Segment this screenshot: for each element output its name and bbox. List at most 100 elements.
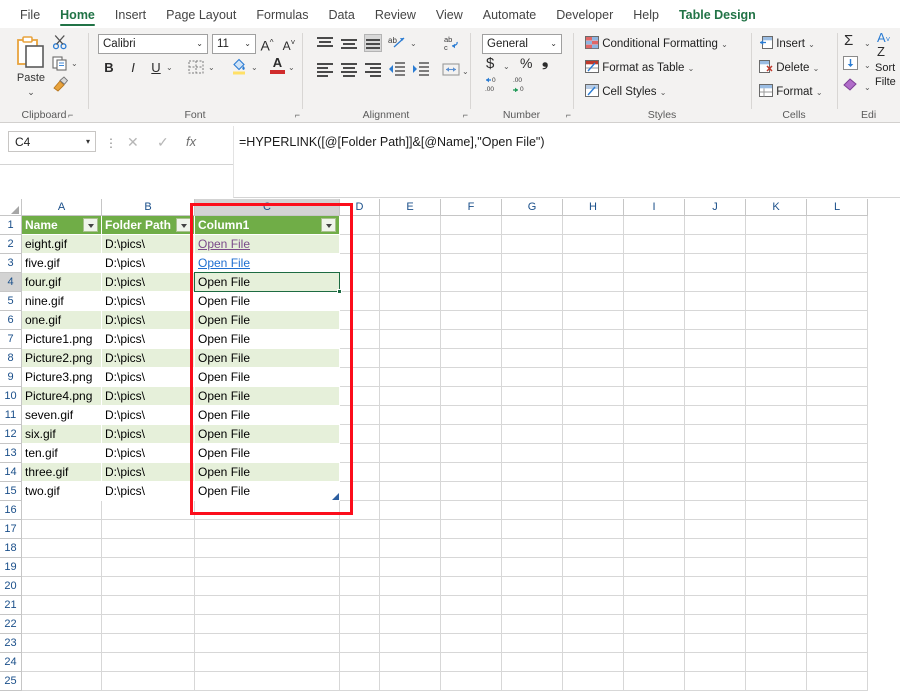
tab-page-layout[interactable]: Page Layout: [156, 8, 246, 28]
autosum-icon[interactable]: Σ: [844, 32, 853, 49]
column-header-a[interactable]: A: [22, 199, 102, 216]
bold-button[interactable]: B: [100, 58, 118, 78]
cell-J7[interactable]: [685, 330, 746, 349]
cell-F13[interactable]: [441, 444, 502, 463]
cell-I13[interactable]: [624, 444, 685, 463]
cell-C16[interactable]: [195, 501, 340, 520]
cell-F8[interactable]: [441, 349, 502, 368]
merge-center-chevron-icon[interactable]: ⌄: [462, 67, 469, 76]
insert-function-button[interactable]: fx: [186, 134, 196, 149]
table-cell-A6[interactable]: one.gif: [22, 311, 102, 330]
cell-F7[interactable]: [441, 330, 502, 349]
open-file-text[interactable]: Open File: [198, 275, 250, 289]
cell-F4[interactable]: [441, 273, 502, 292]
cell-E2[interactable]: [380, 235, 441, 254]
table-cell-B8[interactable]: D:\pics\: [102, 349, 195, 368]
cell-L20[interactable]: [807, 577, 868, 596]
cell-G10[interactable]: [502, 387, 563, 406]
cell-J2[interactable]: [685, 235, 746, 254]
chevron-down-icon[interactable]: ⌄: [808, 40, 815, 49]
cell-J1[interactable]: [685, 216, 746, 235]
cell-I18[interactable]: [624, 539, 685, 558]
cell-F20[interactable]: [441, 577, 502, 596]
cell-H13[interactable]: [563, 444, 624, 463]
cell-E16[interactable]: [380, 501, 441, 520]
formula-bar-options-icon[interactable]: ⋮: [105, 136, 117, 150]
row-header-5[interactable]: 5: [0, 292, 22, 311]
cell-F3[interactable]: [441, 254, 502, 273]
cell-C23[interactable]: [195, 634, 340, 653]
table-cell-B2[interactable]: D:\pics\: [102, 235, 195, 254]
format-as-table-button[interactable]: Format as Table ⌄: [585, 60, 694, 76]
cell-L3[interactable]: [807, 254, 868, 273]
copy-chevron-icon[interactable]: ⌄: [71, 59, 78, 68]
paste-button[interactable]: Paste ⌄: [8, 33, 54, 99]
cell-I19[interactable]: [624, 558, 685, 577]
filter-dropdown-icon[interactable]: [321, 218, 336, 232]
cell-K11[interactable]: [746, 406, 807, 425]
cell-D11[interactable]: [340, 406, 380, 425]
font-size-select[interactable]: 11 ⌄: [212, 34, 256, 54]
cell-I9[interactable]: [624, 368, 685, 387]
cell-A16[interactable]: [22, 501, 102, 520]
cell-G7[interactable]: [502, 330, 563, 349]
table-cell-A2[interactable]: eight.gif: [22, 235, 102, 254]
format-cells-button[interactable]: Format ⌄: [759, 84, 823, 100]
cell-H4[interactable]: [563, 273, 624, 292]
cell-F1[interactable]: [441, 216, 502, 235]
table-cell-C11[interactable]: Open File: [195, 406, 340, 425]
cell-C25[interactable]: [195, 672, 340, 691]
column-header-e[interactable]: E: [380, 199, 441, 216]
cell-K16[interactable]: [746, 501, 807, 520]
open-file-text[interactable]: Open File: [198, 408, 250, 422]
table-cell-C7[interactable]: Open File: [195, 330, 340, 349]
formula-input[interactable]: =HYPERLINK([@[Folder Path]]&[@Name],"Ope…: [233, 126, 900, 198]
table-cell-B5[interactable]: D:\pics\: [102, 292, 195, 311]
table-cell-B15[interactable]: D:\pics\: [102, 482, 195, 501]
cell-G22[interactable]: [502, 615, 563, 634]
cell-G4[interactable]: [502, 273, 563, 292]
open-file-text[interactable]: Open File: [198, 446, 250, 460]
table-resize-handle[interactable]: [332, 493, 339, 500]
cell-G20[interactable]: [502, 577, 563, 596]
cell-A23[interactable]: [22, 634, 102, 653]
increase-font-size-button[interactable]: A^: [258, 33, 276, 53]
cell-F2[interactable]: [441, 235, 502, 254]
cell-A22[interactable]: [22, 615, 102, 634]
tab-file[interactable]: File: [10, 8, 50, 28]
cell-I5[interactable]: [624, 292, 685, 311]
cell-J13[interactable]: [685, 444, 746, 463]
open-file-hyperlink[interactable]: Open File: [198, 256, 250, 270]
column-header-i[interactable]: I: [624, 199, 685, 216]
cell-E10[interactable]: [380, 387, 441, 406]
table-cell-B11[interactable]: D:\pics\: [102, 406, 195, 425]
cell-D14[interactable]: [340, 463, 380, 482]
open-file-text[interactable]: Open File: [198, 370, 250, 384]
table-cell-B6[interactable]: D:\pics\: [102, 311, 195, 330]
paste-chevron-icon[interactable]: ⌄: [8, 87, 54, 98]
table-header-C[interactable]: Column1: [195, 216, 340, 235]
cell-D22[interactable]: [340, 615, 380, 634]
cell-F17[interactable]: [441, 520, 502, 539]
column-header-h[interactable]: H: [563, 199, 624, 216]
open-file-text[interactable]: Open File: [198, 294, 250, 308]
cell-K20[interactable]: [746, 577, 807, 596]
tab-view[interactable]: View: [426, 8, 473, 28]
cell-I15[interactable]: [624, 482, 685, 501]
conditional-formatting-button[interactable]: Conditional Formatting ⌄: [585, 36, 728, 52]
row-header-19[interactable]: 19: [0, 558, 22, 577]
cell-L22[interactable]: [807, 615, 868, 634]
align-middle-button[interactable]: [340, 35, 358, 53]
cell-G6[interactable]: [502, 311, 563, 330]
cell-J11[interactable]: [685, 406, 746, 425]
cell-H25[interactable]: [563, 672, 624, 691]
cell-F5[interactable]: [441, 292, 502, 311]
cell-G18[interactable]: [502, 539, 563, 558]
sort-filter-label-line1[interactable]: Sort: [875, 62, 895, 74]
cell-I24[interactable]: [624, 653, 685, 672]
cell-L24[interactable]: [807, 653, 868, 672]
cell-J21[interactable]: [685, 596, 746, 615]
cell-J3[interactable]: [685, 254, 746, 273]
column-header-j[interactable]: J: [685, 199, 746, 216]
cell-B22[interactable]: [102, 615, 195, 634]
